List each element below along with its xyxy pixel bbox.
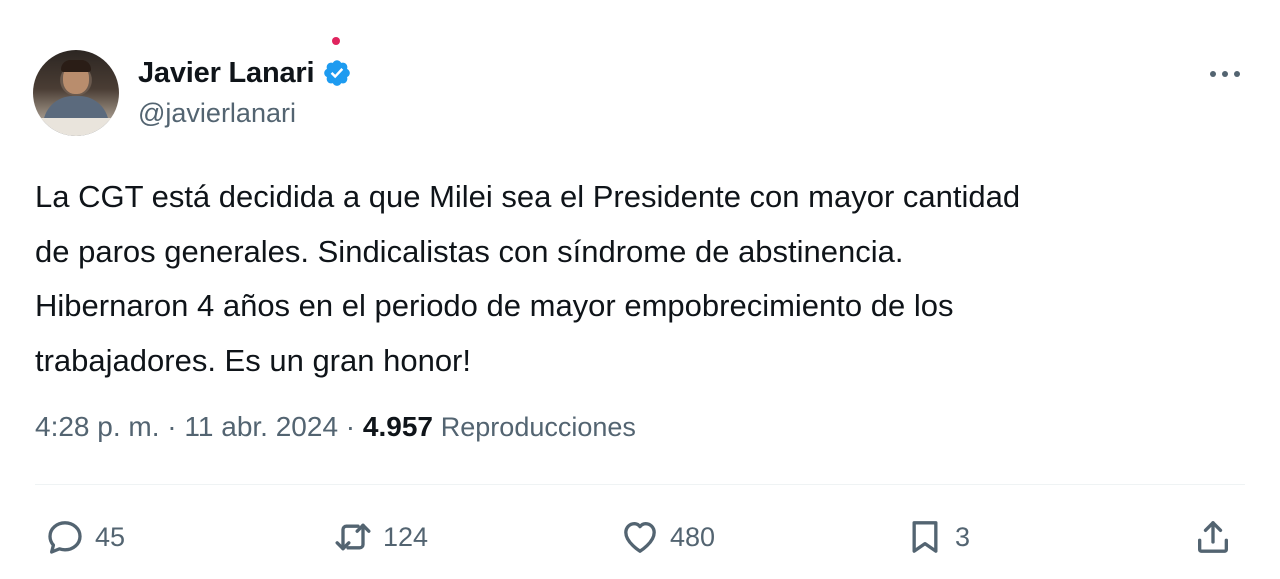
bookmark-icon	[912, 521, 938, 553]
more-button[interactable]	[1205, 60, 1245, 88]
tweet-text: La CGT está decidida a que Milei sea el …	[35, 179, 1021, 378]
reply-icon	[48, 521, 82, 554]
retweet-button[interactable]: 124	[333, 515, 428, 559]
meta-separator: ·	[338, 411, 363, 442]
bookmark-button[interactable]: 3	[905, 515, 970, 559]
bookmark-count: 3	[955, 521, 971, 552]
verified-badge-icon	[324, 60, 351, 86]
tweet-meta: 4:28 p. m. · 11 abr. 2024 · 4.957 Reprod…	[35, 411, 636, 443]
like-count: 480	[670, 521, 716, 552]
reply-count: 45	[95, 521, 126, 552]
tweet-card: Javier Lanari @javierlanari La CGT está …	[0, 0, 1280, 579]
more-horizontal-icon	[1210, 71, 1240, 77]
tweet-time[interactable]: 4:28 p. m.	[35, 411, 160, 443]
share-button[interactable]	[1193, 515, 1233, 559]
tweet-date[interactable]: 11 abr. 2024	[184, 411, 338, 443]
avatar[interactable]	[33, 50, 119, 136]
retweet-icon	[335, 523, 371, 551]
notification-dot	[332, 37, 340, 45]
retweet-count: 124	[383, 521, 429, 552]
author-display-name[interactable]: Javier Lanari	[138, 57, 315, 90]
like-button[interactable]: 480	[620, 515, 715, 559]
view-count: 4.957	[362, 411, 433, 442]
meta-separator: ·	[159, 411, 185, 442]
share-icon	[1198, 521, 1228, 553]
divider	[35, 484, 1245, 485]
views-label: Reproducciones	[440, 412, 636, 442]
avatar-hair	[61, 60, 91, 72]
author-handle[interactable]: @javierlanari	[138, 98, 296, 129]
avatar-table	[33, 118, 119, 136]
meta-space	[433, 411, 441, 443]
author-name-row: Javier Lanari	[138, 55, 352, 91]
heart-icon	[624, 522, 656, 553]
reply-button[interactable]: 45	[45, 515, 125, 559]
